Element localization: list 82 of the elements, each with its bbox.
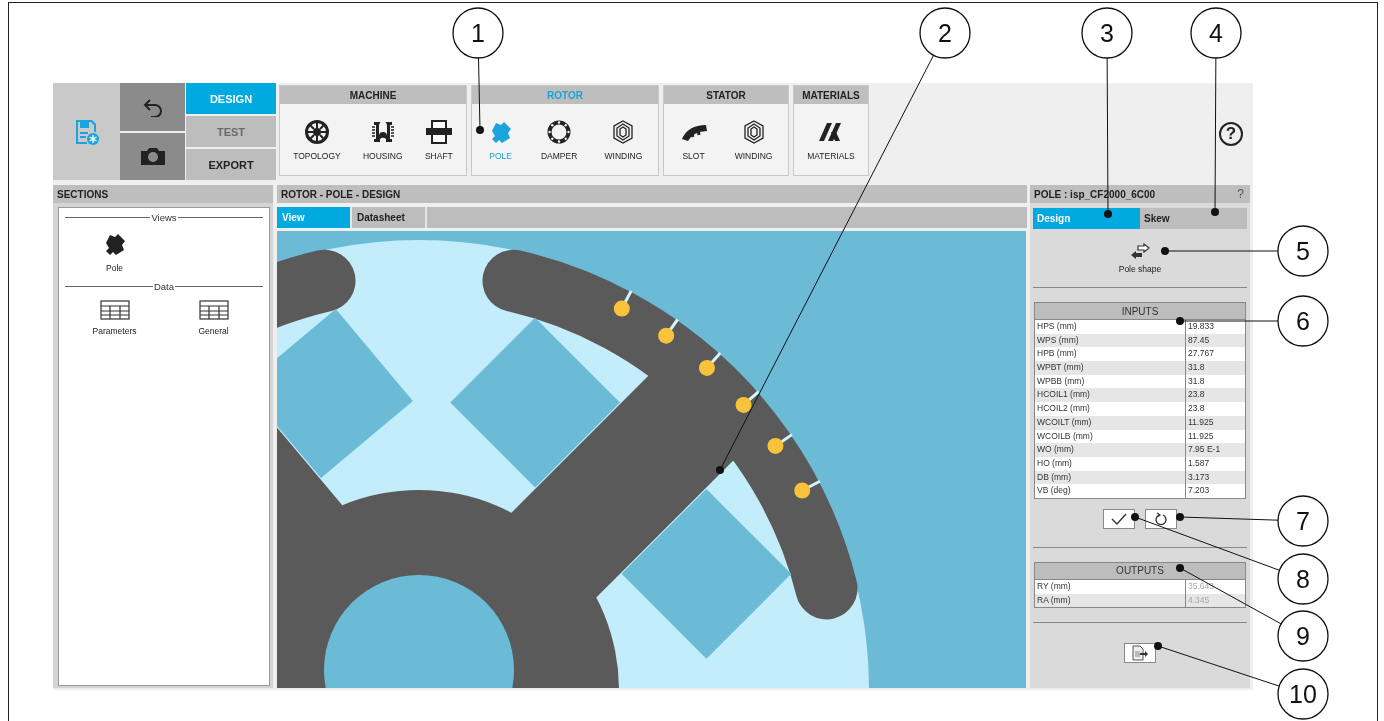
apply-button[interactable] [1103,508,1135,529]
ribbon-tool-button[interactable]: TOPOLOGY [292,116,342,163]
probe-marker [698,352,722,376]
check-icon [1111,512,1127,525]
table-cell-text: DB (mm) [1036,470,1072,484]
camera-icon [138,146,167,167]
ribbon-group-title: MACHINE [280,86,466,104]
help-button[interactable]: ? [1237,187,1244,201]
table-cell-text: HO (mm) [1036,456,1073,470]
ribbon-tool-button[interactable]: MATERIALS [806,116,856,163]
view-title: ROTOR - POLE - DESIGN [277,185,1027,203]
table-cell-text: RA (mm) [1036,593,1072,607]
table-cell-text: WPBB (mm) [1036,374,1086,388]
callout-number: 4 [1190,7,1242,59]
table-icon [99,300,130,320]
table-cell-text: HPS (mm) [1036,320,1078,333]
section-item[interactable]: General [196,298,231,338]
export-icon [1131,645,1149,662]
save-icon [73,117,100,146]
export-button[interactable] [1124,643,1156,664]
callout-number: 10 [1277,668,1329,720]
table-header: OUTPUTS [1035,562,1245,580]
property-tab[interactable]: Skew [1140,208,1247,229]
pole-shape-button[interactable]: Pole shape [1118,242,1162,274]
callout-number: 3 [1081,7,1133,59]
mode-button[interactable]: EXPORT [186,149,276,180]
ribbon-tool-button[interactable]: WINDING [603,116,644,163]
callout-number: 6 [1277,295,1329,347]
section-item[interactable]: Pole [98,229,131,275]
undo-button[interactable] [120,83,185,131]
probe-marker [658,318,679,344]
screenshot-button[interactable] [120,132,185,180]
table-cell-text: HCOIL2 (mm) [1036,402,1091,416]
swap-arrows-icon [1129,242,1151,261]
table-cell-text: HPB (mm) [1036,347,1078,361]
callout-number: 7 [1277,495,1329,547]
table-icon [198,300,229,320]
table-cell-text: WCOILT (mm) [1036,415,1093,429]
value-cell[interactable]: 7.95 E-1 [1185,443,1245,457]
ribbon-tool-button[interactable]: SHAFT [423,116,454,163]
value-cell[interactable]: 19.833 [1185,320,1245,334]
value-cell[interactable]: 23.8 [1185,402,1245,416]
table-header: INPUTS [1035,303,1245,320]
probe-marker [613,290,633,317]
group-label: Views [151,212,177,223]
value-cell[interactable]: 7.203 [1185,484,1245,498]
ribbon-tool-button[interactable]: HOUSING [361,116,404,163]
value-cell: 35.643 [1185,579,1245,594]
table-cell-text: WO (mm) [1036,443,1075,457]
callout-number: 8 [1277,553,1329,605]
callout-number: 5 [1277,225,1329,277]
group-label: Data [153,281,175,292]
value-cell[interactable]: 31.8 [1185,361,1245,375]
ribbon-group-title: STATOR [664,86,788,104]
table-cell-text: VB (deg) [1036,484,1072,498]
table-cell-text: WPS (mm) [1036,333,1080,347]
table-cell-text: HCOIL1 (mm) [1036,388,1091,402]
ribbon-group-title: MATERIALS [794,86,868,104]
reset-button[interactable] [1145,508,1177,529]
undo-icon [141,96,164,117]
shaft-icon [424,118,453,145]
section-item[interactable]: Parameters [90,298,139,338]
ring-icon [546,118,573,145]
ribbon-tool-button[interactable]: SLOT [678,116,709,163]
value-cell[interactable]: 11.925 [1185,415,1245,430]
panel-title: SECTIONS [53,185,273,203]
value-cell[interactable]: 1.587 [1185,456,1245,471]
table-cell-text: WPBT (mm) [1036,361,1085,375]
probe-marker [794,479,821,499]
ribbon-tool-button[interactable]: DAMPER [539,116,579,163]
ribbon-group-title: ROTOR [472,86,658,104]
ribbon-tool-button[interactable]: WINDING [733,116,774,163]
table-cell-text: WCOILB (mm) [1036,429,1094,443]
probe-marker [767,433,793,454]
callout-number: 2 [919,7,971,59]
help-button[interactable]: ? [1219,121,1243,146]
callout-number: 1 [452,7,504,59]
table-cell-text: RY (mm) [1036,579,1072,593]
callout-number: 9 [1277,610,1329,662]
probe-marker [735,390,760,413]
reset-icon [1154,511,1168,526]
wheel-icon [303,118,330,145]
